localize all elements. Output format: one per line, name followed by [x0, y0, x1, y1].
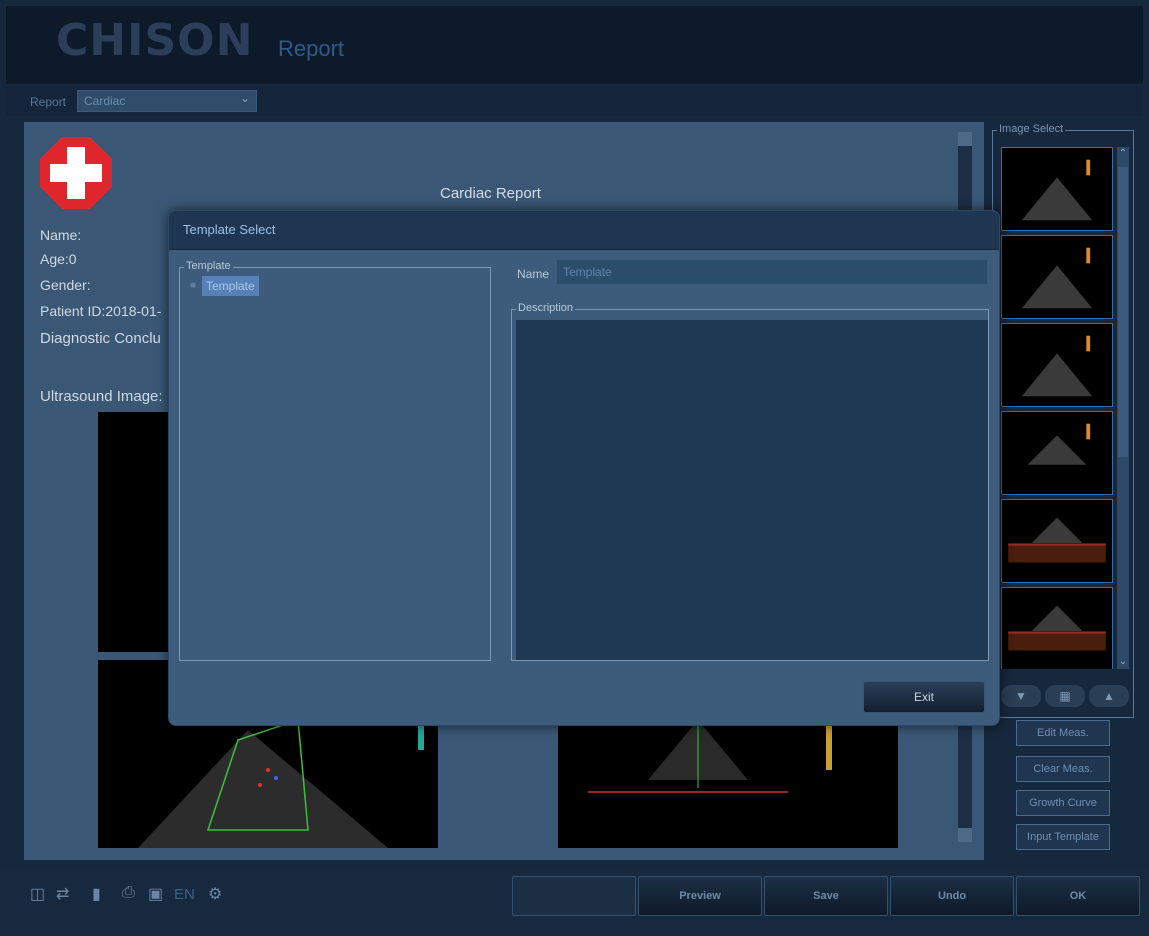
image-thumbnail[interactable] — [1001, 499, 1113, 583]
usb-icon: ⇄ — [56, 886, 70, 903]
image-thumbnail[interactable] — [1001, 411, 1113, 495]
template-item-label: Template — [202, 276, 259, 296]
printer-icon: ⎙ — [122, 884, 135, 901]
exit-button[interactable]: Exit — [863, 681, 985, 713]
preview-button[interactable]: Preview — [638, 876, 762, 916]
description-textarea[interactable] — [516, 320, 988, 660]
template-list-group: Template ■ Template — [179, 260, 491, 661]
hospital-cross-icon — [40, 137, 112, 209]
name-label: Name — [517, 267, 550, 281]
report-type-value: Cardiac — [84, 94, 126, 108]
description-group: Description — [511, 302, 989, 661]
image-thumbnail[interactable] — [1001, 147, 1113, 231]
report-label: Report — [30, 95, 67, 109]
scroll-down-button[interactable] — [958, 828, 972, 842]
disk-icon: ▣ — [148, 886, 164, 903]
image-select-panel: Image Select ⌃ ⌄ ▼ ▦ ▲ — [992, 123, 1134, 718]
language-indicator[interactable]: EN — [174, 886, 195, 903]
template-select-dialog: Template Select Template ■ Template Name… — [168, 210, 1000, 726]
thumbnail-nav: ▼ ▦ ▲ — [1001, 685, 1129, 709]
patient-gender-field: Gender: — [40, 277, 91, 293]
image-thumbnail[interactable] — [1001, 587, 1113, 669]
brand-logo: CHISON — [56, 15, 254, 66]
patient-age-field: Age:0 — [40, 251, 77, 267]
report-heading: Cardiac Report — [440, 185, 541, 202]
network-icon: ◫ — [30, 886, 46, 903]
chevron-up-icon[interactable]: ⌃ — [1117, 147, 1129, 161]
image-select-label: Image Select — [997, 123, 1066, 135]
patient-id-field: Patient ID:2018-01- — [40, 303, 162, 319]
description-label: Description — [516, 302, 576, 314]
bottom-blank-button — [512, 876, 636, 916]
ultrasound-image-label: Ultrasound Image: — [40, 388, 163, 405]
report-type-select[interactable]: Cardiac ⌄ — [77, 90, 257, 112]
patient-name-field: Name: — [40, 227, 82, 243]
save-button[interactable]: Save — [764, 876, 888, 916]
growth-curve-button[interactable]: Growth Curve — [1016, 790, 1110, 816]
probe-icon: ⚙ — [208, 886, 223, 903]
scroll-down-double-icon[interactable]: ▼ — [1001, 685, 1041, 707]
dialog-titlebar[interactable]: Template Select — [169, 211, 999, 250]
thumbnail-list — [1001, 147, 1115, 669]
thumbnail-scrollbar[interactable]: ⌃ ⌄ — [1117, 147, 1129, 669]
chevron-down-icon: ⌄ — [239, 91, 250, 105]
template-group-label: Template — [184, 260, 233, 272]
grid-icon[interactable]: ▦ — [1045, 685, 1085, 707]
app-title: Report — [278, 36, 345, 61]
edit-measurements-button[interactable]: Edit Meas. — [1016, 720, 1110, 746]
template-name-input[interactable] — [557, 260, 987, 284]
storage-icon: ▮ — [92, 886, 101, 903]
scroll-thumb[interactable] — [1118, 167, 1128, 457]
image-thumbnail[interactable] — [1001, 323, 1113, 407]
input-template-button[interactable]: Input Template — [1016, 824, 1110, 850]
bullet-icon: ■ — [190, 280, 197, 291]
diagnostic-conclusion-label: Diagnostic Conclu — [40, 330, 161, 347]
scroll-up-button[interactable] — [958, 132, 972, 146]
ok-button[interactable]: OK — [1016, 876, 1140, 916]
clear-measurements-button[interactable]: Clear Meas. — [1016, 756, 1110, 782]
image-thumbnail[interactable] — [1001, 235, 1113, 319]
dialog-title: Template Select — [183, 222, 276, 237]
undo-button[interactable]: Undo — [890, 876, 1014, 916]
chevron-down-icon[interactable]: ⌄ — [1117, 655, 1129, 669]
scroll-up-double-icon[interactable]: ▲ — [1089, 685, 1129, 707]
